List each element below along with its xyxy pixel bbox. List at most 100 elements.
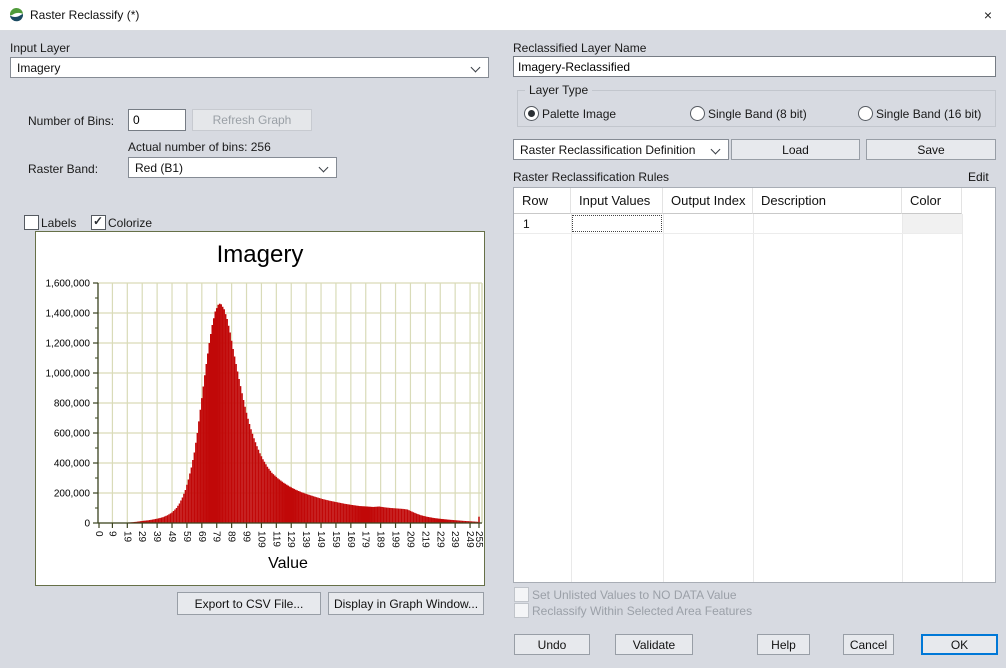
svg-text:109: 109 [255, 531, 266, 548]
col-header-color[interactable]: Color [902, 188, 962, 214]
svg-text:229: 229 [434, 531, 445, 548]
colorize-checkbox[interactable] [91, 215, 106, 230]
chevron-down-icon [472, 64, 480, 72]
svg-text:19: 19 [121, 531, 132, 543]
number-of-bins-label: Number of Bins: [28, 114, 114, 128]
raster-band-value: Red (B1) [129, 161, 320, 175]
svg-text:159: 159 [330, 531, 341, 548]
svg-text:1,400,000: 1,400,000 [46, 309, 91, 320]
col-header-input-values[interactable]: Input Values [571, 188, 663, 214]
radio-single-band-8bit-label: Single Band (8 bit) [708, 107, 807, 121]
svg-text:139: 139 [300, 531, 311, 548]
svg-text:39: 39 [151, 531, 162, 543]
app-logo-icon [8, 6, 25, 23]
input-layer-value: Imagery [11, 61, 472, 75]
export-csv-button[interactable]: Export to CSV File... [177, 592, 321, 615]
undo-button[interactable]: Undo [514, 634, 590, 655]
raster-reclassify-dialog: Raster Reclassify (*) × Input Layer Imag… [0, 0, 1006, 668]
display-graph-window-button[interactable]: Display in Graph Window... [328, 592, 484, 615]
row-divider [514, 233, 962, 234]
number-of-bins-input-wrap [128, 109, 186, 131]
col-header-description[interactable]: Description [753, 188, 902, 214]
svg-text:89: 89 [226, 531, 237, 543]
svg-text:1,600,000: 1,600,000 [46, 279, 91, 290]
set-unlisted-checkbox-label: Set Unlisted Values to NO DATA Value [532, 588, 737, 602]
column-divider [962, 214, 963, 582]
labels-checkbox-label: Labels [41, 216, 76, 230]
svg-text:59: 59 [181, 531, 192, 543]
cancel-button[interactable]: Cancel [843, 634, 894, 655]
histogram-chart: Imagery0200,000400,000600,000800,0001,00… [35, 231, 485, 586]
reclassification-definition-combo[interactable]: Raster Reclassification Definition [513, 139, 729, 160]
radio-single-band-16bit-label: Single Band (16 bit) [876, 107, 981, 121]
raster-band-label: Raster Band: [28, 162, 98, 176]
focused-input-values-cell[interactable] [572, 215, 662, 232]
input-layer-label: Input Layer [10, 41, 70, 55]
refresh-graph-button[interactable]: Refresh Graph [192, 109, 312, 131]
actual-bins-text: Actual number of bins: 256 [128, 140, 271, 154]
reclassified-layer-name-input[interactable] [514, 57, 995, 76]
svg-text:49: 49 [166, 531, 177, 543]
close-icon[interactable]: × [974, 2, 1002, 28]
col-header-row[interactable]: Row [514, 188, 571, 214]
save-button[interactable]: Save [866, 139, 996, 160]
svg-text:0: 0 [93, 531, 104, 537]
svg-text:129: 129 [285, 531, 296, 548]
svg-text:79: 79 [211, 531, 222, 543]
column-divider [753, 214, 754, 582]
svg-text:179: 179 [360, 531, 371, 548]
svg-text:1,000,000: 1,000,000 [46, 369, 91, 380]
radio-single-band-8bit[interactable] [690, 106, 705, 121]
help-button[interactable]: Help [757, 634, 810, 655]
table-row-number: 1 [523, 217, 530, 231]
column-divider [571, 214, 572, 582]
validate-button[interactable]: Validate [615, 634, 693, 655]
set-unlisted-checkbox[interactable] [514, 587, 529, 602]
reclassify-within-checkbox[interactable] [514, 603, 529, 618]
svg-text:199: 199 [390, 531, 401, 548]
svg-text:149: 149 [315, 531, 326, 548]
radio-palette-image-label: Palette Image [542, 107, 616, 121]
svg-text:169: 169 [345, 531, 356, 548]
svg-text:219: 219 [419, 531, 430, 548]
reclassified-layer-name-label: Reclassified Layer Name [513, 41, 646, 55]
reclassify-within-checkbox-label: Reclassify Within Selected Area Features [532, 604, 752, 618]
reclassification-definition-value: Raster Reclassification Definition [514, 143, 712, 157]
svg-text:29: 29 [136, 531, 147, 543]
input-layer-combo[interactable]: Imagery [10, 57, 489, 78]
ok-button[interactable]: OK [921, 634, 998, 655]
svg-text:99: 99 [241, 531, 252, 543]
col-header-output-index[interactable]: Output Index [663, 188, 753, 214]
svg-text:189: 189 [375, 531, 386, 548]
rules-title: Raster Reclassification Rules [513, 170, 669, 184]
load-button[interactable]: Load [731, 139, 860, 160]
reclassified-layer-name-wrap [513, 56, 996, 77]
svg-text:200,000: 200,000 [54, 489, 91, 500]
svg-text:Imagery: Imagery [217, 241, 304, 268]
chevron-down-icon [320, 164, 328, 172]
column-divider [663, 214, 664, 582]
svg-text:209: 209 [404, 531, 415, 548]
radio-palette-image[interactable] [524, 106, 539, 121]
labels-checkbox[interactable] [24, 215, 39, 230]
window-title: Raster Reclassify (*) [30, 8, 139, 22]
radio-single-band-16bit[interactable] [858, 106, 873, 121]
raster-band-combo[interactable]: Red (B1) [128, 157, 337, 178]
edit-link[interactable]: Edit [968, 170, 989, 184]
svg-text:400,000: 400,000 [54, 459, 91, 470]
color-cell[interactable] [903, 214, 962, 233]
svg-text:119: 119 [270, 531, 281, 547]
svg-text:Value: Value [268, 555, 308, 572]
colorize-checkbox-label: Colorize [108, 216, 152, 230]
rules-table[interactable]: Row Input Values Output Index Descriptio… [513, 187, 996, 583]
svg-text:1,200,000: 1,200,000 [46, 339, 91, 350]
svg-text:800,000: 800,000 [54, 399, 91, 410]
svg-text:69: 69 [196, 531, 207, 543]
svg-text:9: 9 [106, 531, 117, 537]
svg-text:239: 239 [449, 531, 460, 548]
histogram-svg: Imagery0200,000400,000600,000800,0001,00… [36, 232, 484, 590]
number-of-bins-input[interactable] [129, 110, 185, 130]
svg-text:0: 0 [84, 519, 90, 530]
titlebar: Raster Reclassify (*) × [0, 0, 1006, 31]
chevron-down-icon [712, 146, 720, 154]
